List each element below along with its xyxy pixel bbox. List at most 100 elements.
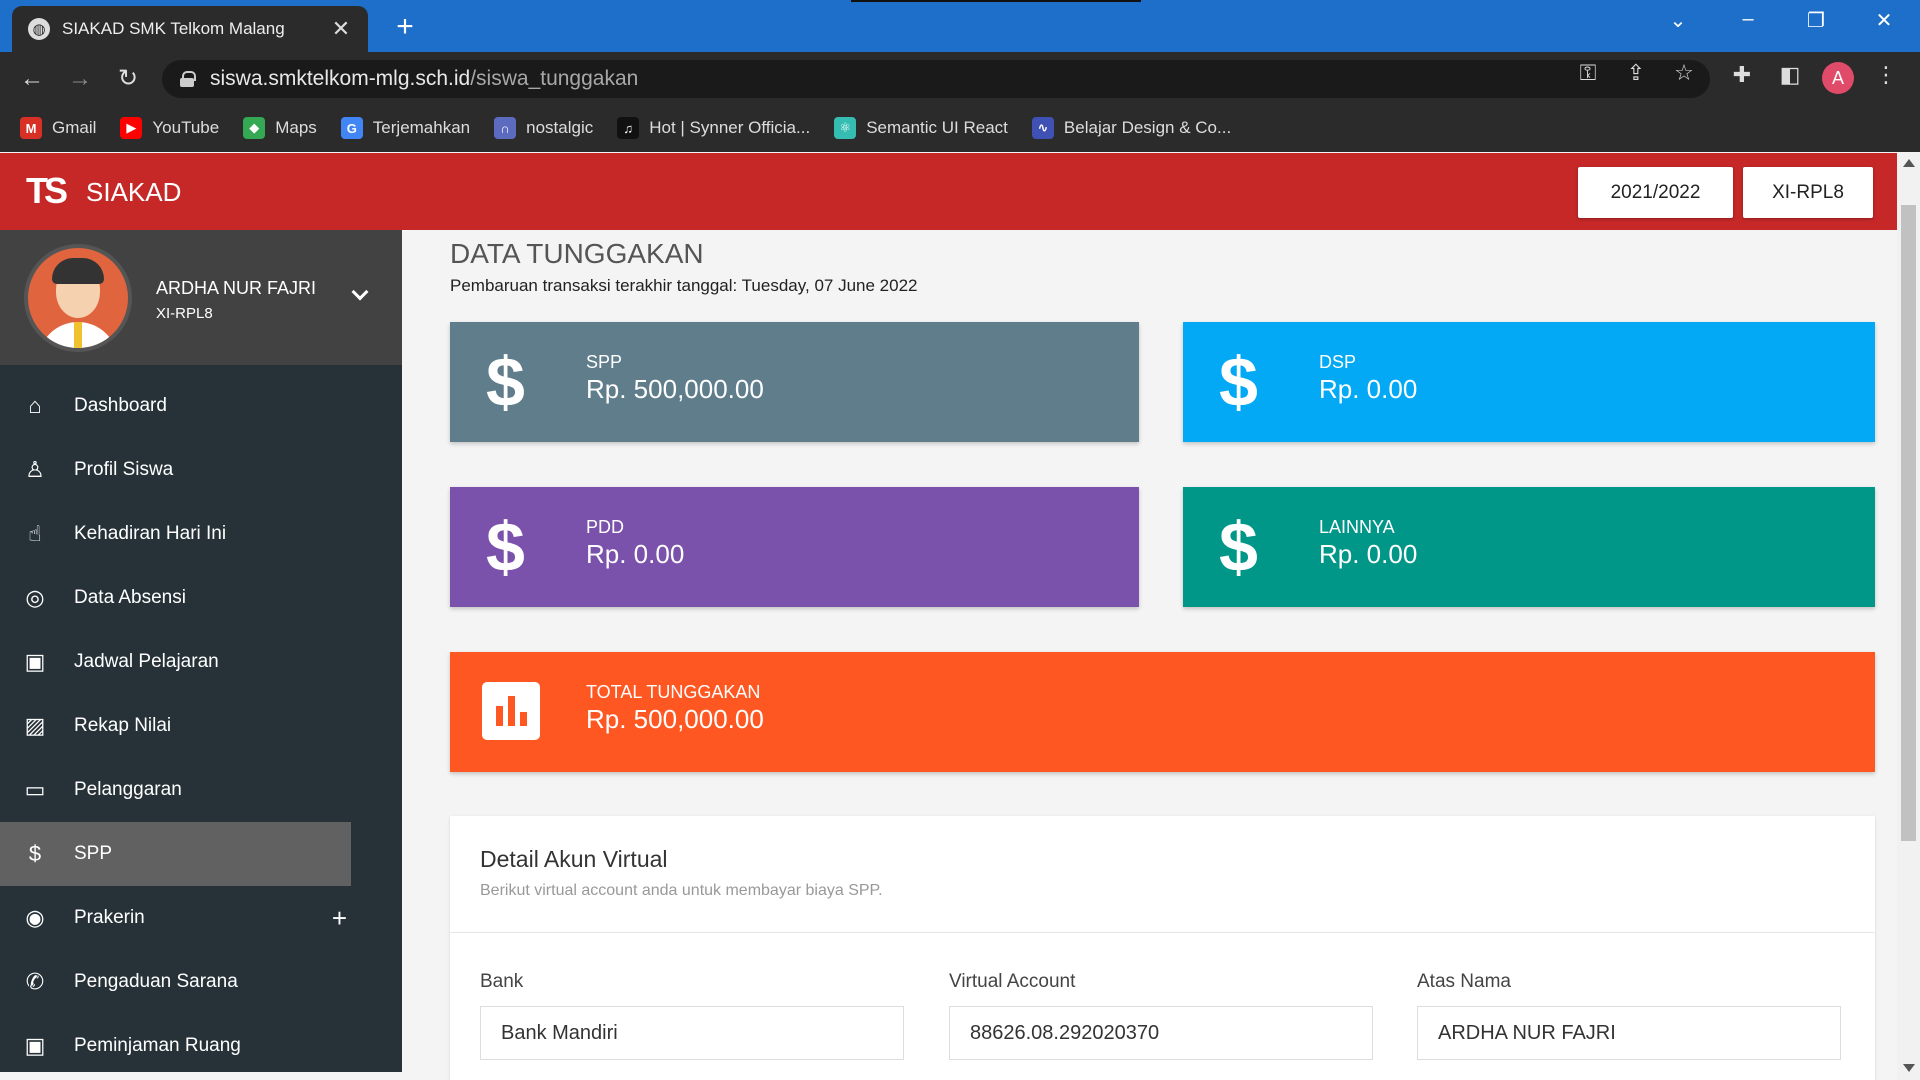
browser-tab-bar: ◍ SIAKAD SMK Telkom Malang ✕ + ⌄ – ❐ ✕ [0, 0, 1920, 52]
tab-search-chevron-icon[interactable]: ⌄ [1658, 8, 1698, 33]
sidebar-item-label: Jadwal Pelajaran [74, 651, 219, 672]
reload-button[interactable]: ↻ [112, 63, 144, 95]
fingerprint-icon: ◎ [25, 585, 45, 610]
compass-icon: ◉ [25, 905, 45, 930]
bookmark-item[interactable]: ∿ Belajar Design & Co... [1031, 117, 1231, 139]
sidebar: ARDHA NUR FAJRI XI-RPL8 ⌂ Dashboard ♙ Profi… [0, 230, 402, 1072]
dollar-icon: $ [486, 343, 525, 421]
bookmark-favicon-icon: M [20, 117, 42, 139]
side-panel-icon[interactable]: ◧ [1774, 62, 1806, 88]
bank-field[interactable]: Bank Mandiri [480, 1006, 904, 1060]
sidebar-item-rekap-nilai[interactable]: ▨ Rekap Nilai [0, 694, 351, 758]
scroll-down-arrow-icon[interactable] [1903, 1064, 1915, 1072]
phone-icon: ✆ [25, 969, 45, 994]
star-icon[interactable]: ☆ [1668, 60, 1700, 86]
lock-icon[interactable] [180, 71, 196, 87]
menu-kebab-icon[interactable]: ⋮ [1870, 62, 1902, 88]
bookmark-favicon-icon: G [340, 117, 363, 139]
dollar-icon: $ [486, 508, 525, 586]
bookmark-label: Terjemahkan [372, 118, 471, 137]
sidebar-item-pelanggaran[interactable]: ▭ Pelanggaran [0, 758, 351, 822]
restore-button[interactable]: ❐ [1796, 8, 1836, 33]
sidebar-menu: ⌂ Dashboard ♙ Profil Siswa ☝ Kehadiran Hari I… [0, 374, 402, 1072]
card-value: Rp. 0.00 [1319, 374, 1418, 404]
address-bar[interactable]: siswa.smktelkom-mlg.sch.id/siswa_tunggak… [162, 60, 1710, 98]
bookmark-item[interactable]: G Terjemahkan [340, 117, 471, 139]
avatar [24, 244, 132, 352]
app-name[interactable]: SIAKAD [86, 177, 181, 208]
dsp-card[interactable]: $ DSP Rp. 0.00 [1183, 322, 1875, 442]
page-subtitle: Pembaruan transaksi terakhir tanggal: Tu… [450, 276, 918, 295]
pdd-card[interactable]: $ PDD Rp. 0.00 [450, 487, 1139, 607]
sidebar-item-profil-siswa[interactable]: ♙ Profil Siswa [0, 438, 351, 502]
sidebar-item-label: Pelanggaran [74, 779, 182, 800]
expand-plus-icon[interactable]: + [332, 903, 347, 934]
virtual-account-label: Virtual Account [949, 971, 1076, 992]
sidebar-item-kehadiran-hari-ini[interactable]: ☝ Kehadiran Hari Ini [0, 502, 351, 566]
tab-strip-indicator [851, 0, 1141, 2]
virtual-account-field[interactable]: 88626.08.292020370 [949, 1006, 1373, 1060]
app-header: TS SIAKAD 2021/2022 XI-RPL8 [0, 153, 1897, 230]
sidebar-item-data-absensi[interactable]: ◎ Data Absensi [0, 566, 351, 630]
person-icon: ♙ [25, 457, 45, 482]
dollar-icon: $ [28, 841, 42, 866]
account-name-field[interactable]: ARDHA NUR FAJRI [1417, 1006, 1841, 1060]
bookmark-label: Hot | Synner Officia... [649, 118, 811, 137]
close-window-button[interactable]: ✕ [1864, 8, 1904, 33]
sidebar-item-label: SPP [74, 843, 113, 864]
sidebar-item-jadwal-pelajaran[interactable]: ▣ Jadwal Pelajaran [0, 630, 351, 694]
scrollbar-thumb[interactable] [1901, 205, 1916, 841]
new-tab-button[interactable]: + [388, 10, 422, 44]
bookmark-item[interactable]: ⚛ Semantic UI React [834, 117, 1008, 139]
bookmark-item[interactable]: ▶ YouTube [120, 117, 219, 139]
share-icon[interactable]: ⇪ [1620, 60, 1652, 86]
extensions-icon[interactable]: ✚ [1726, 62, 1758, 88]
total-tunggakan-card[interactable]: TOTAL TUNGGAKAN Rp. 500,000.00 [450, 652, 1875, 772]
panel-title: Detail Akun Virtual [480, 846, 668, 872]
card-value: Rp. 0.00 [1319, 539, 1418, 569]
bookmark-label: nostalgic [526, 118, 594, 137]
scroll-up-arrow-icon[interactable] [1903, 159, 1915, 167]
bookmark-item[interactable]: ∩ nostalgic [494, 117, 593, 139]
sidebar-item-prakerin[interactable]: ◉ Prakerin + [0, 886, 351, 950]
globe-icon: ◍ [28, 18, 50, 40]
user-panel[interactable]: ARDHA NUR FAJRI XI-RPL8 [0, 230, 402, 365]
virtual-account-panel: Detail Akun Virtual Berikut virtual acco… [450, 816, 1875, 1080]
url-host: siswa.smktelkom-mlg.sch.id [210, 67, 471, 90]
forward-button[interactable]: → [64, 63, 96, 95]
bookmark-item[interactable]: ◆ Maps [243, 117, 317, 139]
sidebar-item-spp[interactable]: $ SPP [0, 822, 351, 886]
browser-toolbar: ← → ↻ siswa.smktelkom-mlg.sch.id/siswa_t… [0, 52, 1920, 104]
sidebar-item-label: Data Absensi [74, 587, 186, 608]
tab-title: SIAKAD SMK Telkom Malang [62, 19, 285, 38]
back-button[interactable]: ← [16, 63, 48, 95]
spp-card[interactable]: $ SPP Rp. 500,000.00 [450, 322, 1139, 442]
user-name: ARDHA NUR FAJRI [156, 278, 317, 298]
sidebar-item-label: Peminjaman Ruang [74, 1035, 241, 1056]
chevron-down-icon[interactable] [351, 283, 369, 301]
page-scrollbar[interactable] [1897, 153, 1920, 1080]
key-icon[interactable]: ⚿ [1572, 60, 1604, 86]
bookmark-item[interactable]: ♫ Hot | Synner Officia... [617, 117, 810, 139]
lainnya-card[interactable]: $ LAINNYA Rp. 0.00 [1183, 487, 1875, 607]
sidebar-item-label: Rekap Nilai [74, 715, 172, 736]
siakad-logo[interactable]: TS [26, 169, 72, 213]
browser-tab[interactable]: ◍ SIAKAD SMK Telkom Malang ✕ [12, 6, 368, 52]
sidebar-item-pengaduan-sarana[interactable]: ✆ Pengaduan Sarana [0, 950, 351, 1014]
card-label: LAINNYA [1319, 517, 1395, 537]
minimize-button[interactable]: – [1728, 8, 1768, 31]
profile-avatar[interactable]: A [1822, 62, 1854, 94]
class-button[interactable]: XI-RPL8 [1743, 167, 1873, 218]
bookmark-favicon-icon: ⚛ [834, 117, 857, 139]
bookmark-label: Gmail [52, 118, 97, 137]
bookmark-item[interactable]: M Gmail [20, 117, 96, 139]
main-content: DATA TUNGGAKAN Pembaruan transaksi terak… [402, 230, 1897, 1080]
page-title: DATA TUNGGAKAN [450, 238, 704, 269]
bookmark-favicon-icon: ▶ [120, 117, 143, 139]
sidebar-item-label: Kehadiran Hari Ini [74, 523, 227, 544]
academic-year-button[interactable]: 2021/2022 [1578, 167, 1733, 218]
card-value: Rp. 500,000.00 [586, 704, 764, 734]
sidebar-item-dashboard[interactable]: ⌂ Dashboard [0, 374, 351, 438]
close-tab-icon[interactable]: ✕ [326, 16, 356, 42]
sidebar-item-peminjaman-ruang[interactable]: ▣ Peminjaman Ruang [0, 1014, 351, 1072]
